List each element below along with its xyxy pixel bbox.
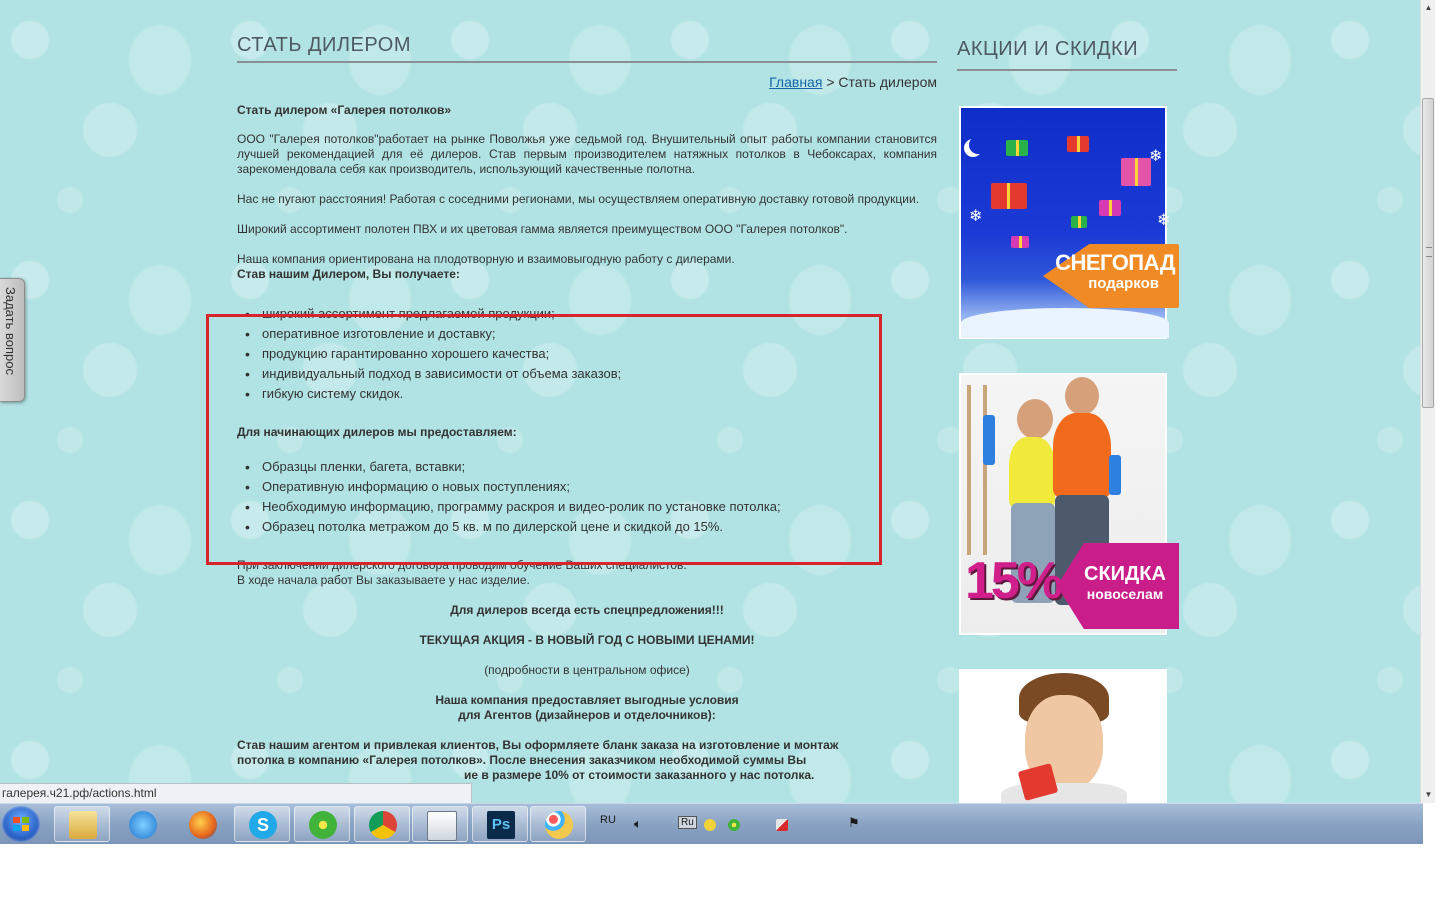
taskbar-skype[interactable]: S bbox=[234, 806, 290, 842]
snow-ground bbox=[961, 308, 1169, 338]
banner2-caption: СКИДКА новоселам bbox=[1075, 563, 1175, 603]
banner1-subtitle: подарков bbox=[1088, 275, 1159, 292]
ask-question-tab[interactable]: Задать вопрос bbox=[0, 278, 25, 402]
agents-heading-2: для Агентов (дизайнеров и отделочников): bbox=[458, 708, 716, 722]
agents-text-1: Став нашим агентом и привлекая клиентов,… bbox=[237, 738, 839, 752]
taskbar: S Ps RU 🔈︎ Ru ⚑ bbox=[0, 803, 1423, 844]
window-edge bbox=[1435, 0, 1440, 900]
skype-icon: S bbox=[249, 811, 277, 839]
paint-roller-icon bbox=[1109, 455, 1121, 495]
windows-logo-icon bbox=[13, 817, 29, 831]
ladder bbox=[967, 385, 971, 555]
taskbar-firefox[interactable] bbox=[174, 806, 230, 842]
clipboard-icon bbox=[427, 811, 457, 841]
promo-note: (подробности в центральном офисе) bbox=[484, 663, 690, 677]
paragraph-4: Наша компания ориентирована на плодотвор… bbox=[237, 252, 735, 266]
scrollbar-thumb[interactable] bbox=[1422, 98, 1434, 408]
taskbar-paint[interactable] bbox=[530, 806, 586, 842]
highlight-box bbox=[206, 314, 882, 565]
vertical-scrollbar[interactable]: ▲ ▼ bbox=[1420, 0, 1435, 803]
intro-heading: Стать дилером «Галерея потолков» bbox=[237, 103, 452, 117]
status-bar: галерея.ч21.рф/actions.html bbox=[0, 783, 472, 803]
chrome-icon bbox=[369, 811, 397, 839]
agents-text-2: потолка в компанию «Галерея потолков». П… bbox=[237, 753, 807, 767]
breadcrumb-home-link[interactable]: Главная bbox=[769, 74, 822, 90]
woman-shirt bbox=[1009, 437, 1055, 507]
scroll-up-arrow-icon[interactable]: ▲ bbox=[1421, 0, 1436, 16]
taskbar-ie[interactable] bbox=[114, 806, 170, 842]
man-shirt bbox=[1001, 783, 1127, 803]
paragraph-1: ООО "Галерея потолков"работает на рынке … bbox=[237, 132, 937, 176]
breadcrumb: Главная > Стать дилером bbox=[237, 75, 937, 90]
gift-icon bbox=[1121, 158, 1151, 186]
icq-tray-icon[interactable] bbox=[728, 819, 740, 831]
icq-flower-icon bbox=[309, 811, 337, 839]
ladder bbox=[983, 385, 987, 555]
taskbar-clipboard[interactable] bbox=[412, 806, 468, 842]
paragraph-2: Нас не пугают расстояния! Работая с сосе… bbox=[237, 192, 920, 206]
current-promo: ТЕКУЩАЯ АКЦИЯ - В НОВЫЙ ГОД С НОВЫМИ ЦЕН… bbox=[419, 633, 755, 647]
taskbar-photoshop[interactable]: Ps bbox=[472, 806, 528, 842]
punto-icon[interactable] bbox=[704, 819, 716, 831]
agents-heading-1: Наша компания предоставляет выгодные усл… bbox=[435, 693, 739, 707]
moon-icon bbox=[969, 136, 987, 154]
ask-question-label: Задать вопрос bbox=[3, 287, 18, 375]
firefox-icon bbox=[189, 811, 217, 839]
gift-icon bbox=[1011, 236, 1029, 248]
agents-text-3: ие в размере 10% от стоимости заказанног… bbox=[464, 768, 815, 782]
banner2-subtitle: новоселам bbox=[1086, 586, 1164, 602]
keyboard-layout[interactable]: Ru bbox=[678, 816, 697, 829]
snowflake-icon: ❄ bbox=[1157, 212, 1171, 229]
sidebar: АКЦИИ И СКИДКИ ❄ ❄ ❄ СНЕГОПАД подарков 1… bbox=[957, 30, 1179, 803]
banner1-title: СНЕГОПАД bbox=[1055, 250, 1175, 275]
discount-percent: 15% bbox=[965, 552, 1063, 610]
internet-explorer-icon bbox=[129, 811, 157, 839]
language-indicator[interactable]: RU bbox=[600, 814, 616, 826]
taskbar-icq[interactable] bbox=[294, 806, 350, 842]
banner-snowfall-gifts[interactable]: ❄ ❄ ❄ СНЕГОПАД подарков bbox=[959, 106, 1179, 339]
gift-icon bbox=[1006, 140, 1028, 156]
man-head bbox=[1065, 377, 1099, 415]
banner1-caption: СНЕГОПАД подарков bbox=[1045, 251, 1175, 293]
gift-icon bbox=[1067, 136, 1089, 152]
page-title: СТАТЬ ДИЛЕРОМ bbox=[237, 30, 937, 63]
special-offer: Для дилеров всегда есть спецпредложения!… bbox=[450, 603, 724, 617]
taskbar-chrome[interactable] bbox=[354, 806, 410, 842]
start-button[interactable] bbox=[2, 806, 40, 842]
browser-viewport: Задать вопрос СТАТЬ ДИЛЕРОМ Главная > Ст… bbox=[0, 0, 1420, 803]
training-line-2: В ходе начала работ Вы заказываете у нас… bbox=[237, 573, 530, 587]
paragraph-3: Широкий ассортимент полотен ПВХ и их цве… bbox=[237, 222, 848, 236]
action-center-flag-icon[interactable]: ⚑ bbox=[848, 815, 860, 831]
speaker-icon[interactable]: 🔈︎ bbox=[634, 816, 642, 832]
woman-head bbox=[1017, 399, 1053, 439]
banner2-title: СКИДКА bbox=[1084, 563, 1166, 585]
taskbar-explorer[interactable] bbox=[54, 806, 110, 842]
folder-icon bbox=[69, 811, 97, 839]
snowflake-icon: ❄ bbox=[1149, 148, 1163, 165]
grip-icon bbox=[1426, 247, 1432, 257]
network-icon[interactable] bbox=[776, 819, 788, 831]
man-shirt bbox=[1053, 413, 1111, 497]
banner-newcomers-discount[interactable]: 15% СКИДКА новоселам bbox=[959, 373, 1179, 635]
gift-icon bbox=[1099, 200, 1121, 216]
scroll-down-arrow-icon[interactable]: ▼ bbox=[1421, 787, 1436, 803]
gift-icon bbox=[1071, 216, 1087, 228]
banner-agent[interactable] bbox=[959, 669, 1167, 803]
paint-palette-icon bbox=[545, 811, 573, 839]
benefits-heading: Став нашим Дилером, Вы получаете: bbox=[237, 267, 460, 281]
paint-roller-icon bbox=[983, 415, 995, 465]
snowflake-icon: ❄ bbox=[969, 208, 983, 225]
breadcrumb-current: Стать дилером bbox=[838, 74, 937, 90]
breadcrumb-separator: > bbox=[826, 74, 835, 90]
status-url: галерея.ч21.рф/actions.html bbox=[2, 786, 157, 800]
sidebar-title: АКЦИИ И СКИДКИ bbox=[957, 30, 1177, 71]
gift-icon bbox=[991, 183, 1027, 209]
photoshop-icon: Ps bbox=[487, 811, 515, 839]
